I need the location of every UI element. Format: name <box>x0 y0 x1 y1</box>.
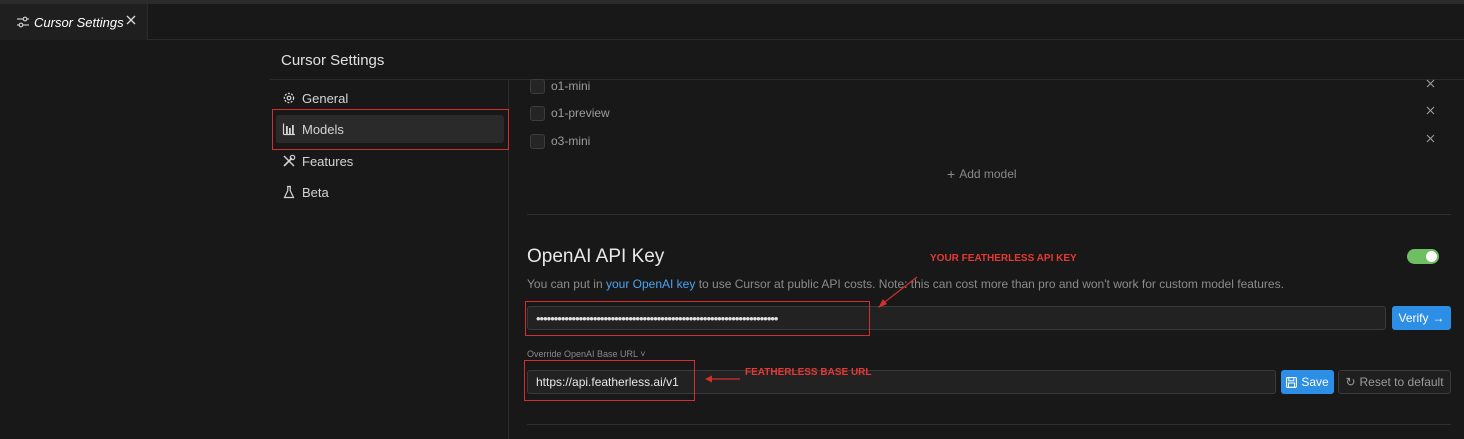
toggle-knob <box>1426 251 1437 262</box>
plus-icon: + <box>947 166 956 182</box>
page-title: Cursor Settings <box>281 52 385 69</box>
model-checkbox[interactable] <box>530 78 545 94</box>
close-icon[interactable] <box>1426 79 1435 88</box>
model-row: o1-preview <box>530 103 1450 123</box>
model-name: o3-mini <box>551 134 591 148</box>
openai-api-key-heading: OpenAI API Key <box>527 246 665 267</box>
description-text: to use Cursor at public API costs. Note:… <box>695 277 1284 291</box>
model-row: o3-mini <box>530 131 1450 151</box>
model-name: o1-preview <box>551 106 610 120</box>
save-label: Save <box>1301 375 1329 389</box>
tab-cursor-settings[interactable]: Cursor Settings <box>0 4 148 40</box>
close-icon[interactable] <box>1426 106 1435 115</box>
model-checkbox[interactable] <box>530 133 545 149</box>
model-checkbox[interactable] <box>530 105 545 121</box>
gear-icon <box>283 92 295 104</box>
sidebar-item-features[interactable]: Features <box>276 147 504 175</box>
save-icon <box>1286 376 1298 388</box>
sidebar-item-beta[interactable]: Beta <box>276 178 504 206</box>
openai-key-toggle[interactable] <box>1407 249 1439 264</box>
annotation-highlight-models <box>272 109 509 150</box>
reset-icon: ↻ <box>1345 375 1356 389</box>
override-label-text: Override OpenAI Base URL <box>527 349 638 359</box>
arrow-right-icon: → <box>1432 311 1445 325</box>
model-name: o1-mini <box>551 79 591 93</box>
tab-bar: Cursor Settings <box>0 0 1464 40</box>
model-row: o1-mini <box>530 76 1450 96</box>
add-model-label: Add model <box>959 167 1017 181</box>
override-base-url-label[interactable]: Override OpenAI Base URL ˅ <box>527 349 646 359</box>
close-icon[interactable] <box>125 14 137 26</box>
verify-label: Verify <box>1398 311 1429 325</box>
reset-to-default-button[interactable]: ↻ Reset to default <box>1338 370 1451 394</box>
flask-icon <box>283 185 295 199</box>
annotation-label-api-key: YOUR FEATHERLESS API KEY <box>930 253 1077 264</box>
section-divider <box>527 424 1451 425</box>
sidebar-item-general[interactable]: General <box>276 84 504 112</box>
tab-title: Cursor Settings <box>34 14 124 30</box>
save-button[interactable]: Save <box>1281 370 1334 394</box>
tab-bar-border <box>0 0 1464 4</box>
sidebar-item-label: Beta <box>302 184 329 200</box>
sidebar-item-label: General <box>302 90 349 106</box>
add-model-button[interactable]: + Add model <box>947 166 1017 182</box>
chevron-down-icon: ˅ <box>640 349 646 359</box>
annotation-highlight-api-key <box>525 301 870 336</box>
sidebar-item-label: Features <box>302 153 354 169</box>
openai-key-link[interactable]: your OpenAI key <box>606 277 695 291</box>
annotation-highlight-base-url <box>524 360 695 401</box>
annotation-label-base-url: FEATHERLESS BASE URL <box>745 367 872 378</box>
openai-description: You can put in your OpenAI key to use Cu… <box>527 277 1284 291</box>
description-text: You can put in <box>527 277 606 291</box>
verify-button[interactable]: Verify → <box>1392 306 1451 330</box>
section-divider <box>527 214 1451 215</box>
tools-icon <box>283 154 296 167</box>
reset-label: Reset to default <box>1359 375 1444 389</box>
settings-sliders-icon <box>17 16 29 28</box>
close-icon[interactable] <box>1426 134 1435 143</box>
